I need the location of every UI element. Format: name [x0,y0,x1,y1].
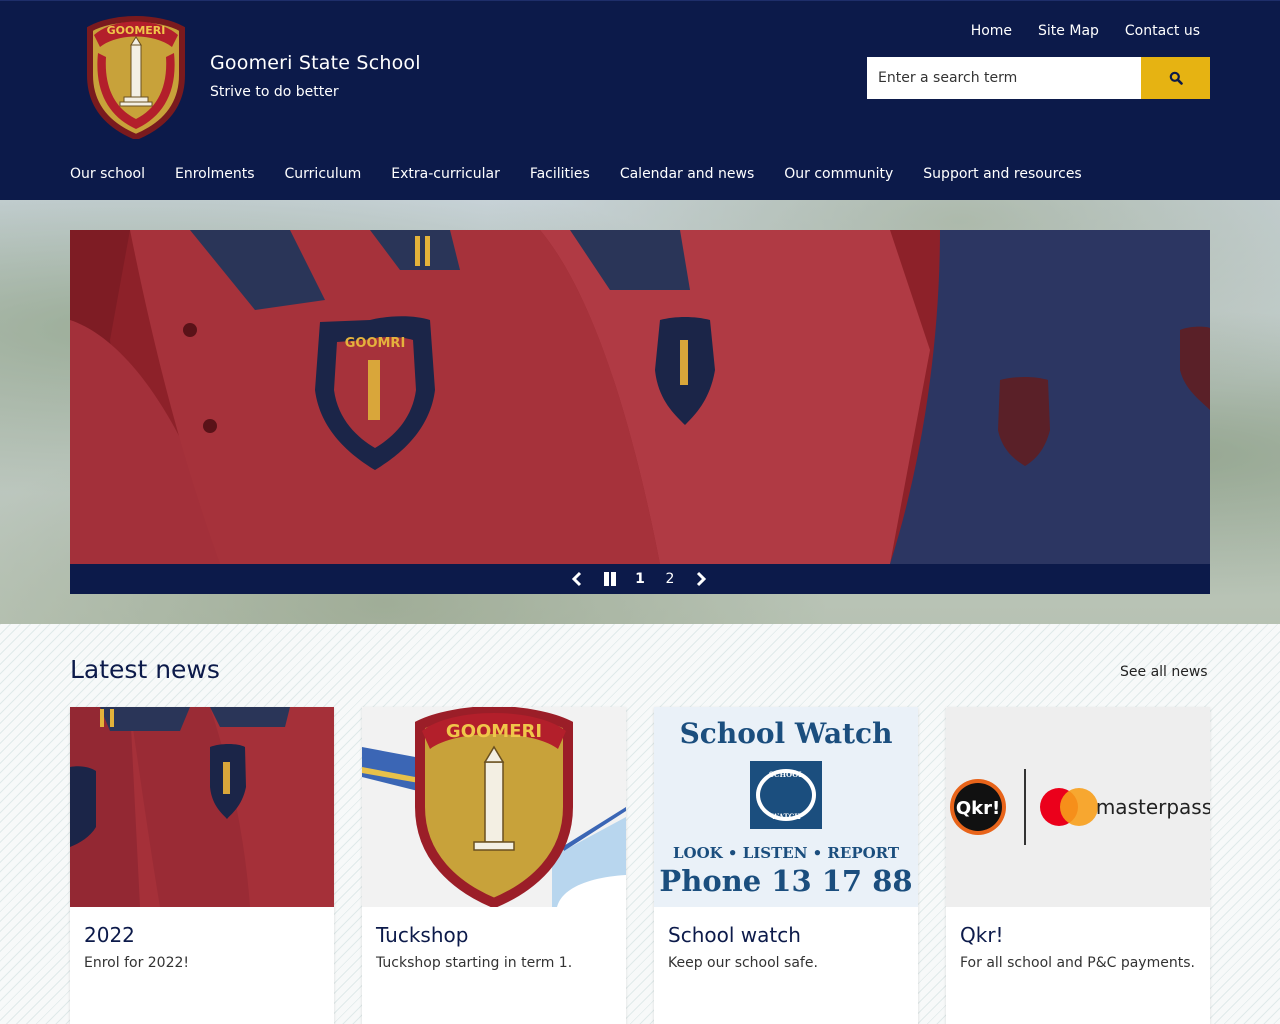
nav-facilities[interactable]: Facilities [530,166,590,182]
masterpass-logo: masterpass [1096,795,1210,819]
news-card-text: Enrol for 2022! [84,955,190,971]
school-watch-badge-top: SCHOOL [769,770,803,779]
nav-our-school[interactable]: Our school [70,166,145,182]
svg-text:GOOMRI: GOOMRI [345,336,406,351]
nav-enrolments[interactable]: Enrolments [175,166,255,182]
nav-curriculum[interactable]: Curriculum [285,166,362,182]
nav-extra-curricular[interactable]: Extra-curricular [391,166,500,182]
news-card-image: GOOMERI [362,707,626,907]
search-button[interactable] [1141,57,1210,99]
school-watch-heading: School Watch [680,717,893,750]
news-card-school-watch[interactable]: School Watch SCHOOL WATCH LOOK • LISTEN … [654,707,918,1024]
search-input[interactable] [867,57,1141,99]
qkr-logo: Qkr! [956,798,1000,819]
svg-text:GOOMERI: GOOMERI [446,721,542,742]
carousel-page-2[interactable]: 2 [655,564,685,594]
news-card-title: 2022 [84,923,135,947]
search-form [867,57,1210,99]
news-card-text: Tuckshop starting in term 1. [376,955,573,971]
news-card-image: Qkr! masterpass [946,707,1210,907]
pause-icon [604,572,616,586]
nav-support-and-resources[interactable]: Support and resources [923,166,1081,182]
latest-news-heading: Latest news [70,655,220,684]
news-card-tuckshop[interactable]: GOOMERI Tuckshop Tuckshop starting in te… [362,707,626,1024]
site-map-link[interactable]: Site Map [1038,23,1099,39]
school-watch-badge-bottom: WATCH [770,812,801,821]
news-card-text: For all school and P&C payments. [960,955,1195,971]
news-card-image [70,707,334,907]
carousel-controls: 1 2 [70,564,1210,594]
carousel-prev-button[interactable] [563,564,591,594]
school-watch-slogan: LOOK • LISTEN • REPORT [673,844,900,862]
school-crest-logo[interactable]: GOOMERI [84,13,188,139]
news-card-title: Tuckshop [376,923,469,947]
school-watch-phone: Phone 13 17 88 [659,864,912,898]
news-card-qkr[interactable]: Qkr! masterpass Qkr! For all school and … [946,707,1210,1024]
nav-our-community[interactable]: Our community [784,166,893,182]
contact-us-link[interactable]: Contact us [1125,23,1200,39]
utility-links: Home Site Map Contact us [971,23,1200,39]
chevron-right-icon [696,571,707,587]
svg-text:GOOMERI: GOOMERI [107,24,166,37]
carousel-pause-button[interactable] [595,564,625,594]
carousel-page-1[interactable]: 1 [625,564,655,594]
news-card-image: School Watch SCHOOL WATCH LOOK • LISTEN … [654,707,918,907]
site-title[interactable]: Goomeri State School [210,52,421,74]
site-header: GOOMERI Goomeri State School Strive to d… [0,0,1280,200]
see-all-news-link[interactable]: See all news [1120,664,1208,680]
carousel-next-button[interactable] [685,564,717,594]
news-card-text: Keep our school safe. [668,955,818,971]
chevron-left-icon [571,571,582,587]
search-icon [1169,71,1183,85]
nav-calendar-and-news[interactable]: Calendar and news [620,166,754,182]
news-card-title: School watch [668,923,801,947]
site-tagline: Strive to do better [210,84,339,100]
news-card-2022[interactable]: 2022 Enrol for 2022! [70,707,334,1024]
main-navigation: Our school Enrolments Curriculum Extra-c… [70,166,1082,182]
news-card-title: Qkr! [960,923,1004,947]
home-link[interactable]: Home [971,23,1012,39]
carousel-slide-image: GOOMRI [70,230,1210,564]
